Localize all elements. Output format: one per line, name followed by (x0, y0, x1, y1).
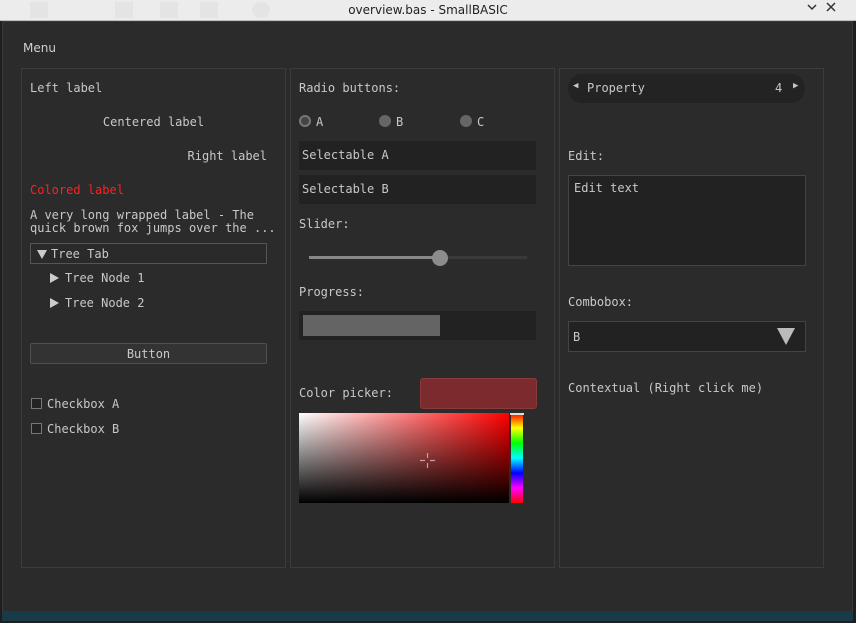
selectable-b[interactable]: Selectable B (299, 175, 536, 204)
left-panel: Left label Centered label Right label Co… (21, 68, 286, 568)
checkbox-label: Checkbox A (47, 397, 120, 411)
centered-label: Centered label (102, 115, 205, 129)
checkbox-b[interactable]: Checkbox B (30, 421, 150, 437)
tree-tab-label: Tree Tab (51, 247, 109, 261)
selectable-label: Selectable A (302, 148, 389, 162)
right-label: Right label (187, 149, 267, 163)
edit-textarea[interactable]: Edit text (568, 175, 806, 266)
radio-label: C (477, 115, 485, 129)
close-icon (826, 2, 836, 12)
selectable-a[interactable]: Selectable A (299, 141, 536, 170)
colored-label: Colored label (30, 183, 124, 197)
radio-c[interactable]: C (460, 114, 500, 130)
value-gradient (299, 413, 509, 503)
combobox-label: Combobox: (568, 295, 634, 309)
menu-button[interactable]: Menu (23, 41, 56, 55)
edit-label: Edit: (568, 149, 605, 163)
crosshair-icon (420, 453, 435, 468)
title-bar: overview.bas - SmallBASIC (0, 0, 856, 21)
property-value: 4 (775, 81, 783, 95)
radio-selected-icon (299, 115, 311, 127)
triangle-right-icon (50, 298, 59, 308)
edit-text: Edit text (574, 181, 640, 195)
checkbox-a[interactable]: Checkbox A (30, 396, 150, 412)
color-saturation-square[interactable] (299, 413, 509, 503)
hue-bar[interactable] (510, 413, 524, 503)
checkbox-label: Checkbox B (47, 422, 120, 436)
selectable-label: Selectable B (302, 182, 389, 196)
progress-bar (299, 311, 536, 340)
progress-label: Progress: (299, 285, 365, 299)
hue-marker (510, 413, 524, 415)
radio-icon (460, 115, 472, 127)
button-label: Button (126, 347, 171, 361)
close-button[interactable] (825, 1, 837, 16)
property-label: Property (587, 81, 645, 95)
window-title: overview.bas - SmallBASIC (348, 3, 508, 17)
color-picker-label: Color picker: (299, 386, 393, 400)
tree-node[interactable]: Tree Node 2 (48, 294, 248, 312)
slider-knob[interactable] (431, 250, 448, 266)
dropdown-arrow-icon[interactable] (777, 328, 795, 345)
contextual-label[interactable]: Contextual (Right click me) (568, 381, 763, 395)
chevron-down-icon (807, 4, 817, 11)
combobox-value: B (573, 330, 581, 344)
right-panel: ◀ Property 4 ▶ Edit: Edit text Combobox:… (559, 68, 824, 568)
property-increment-button[interactable]: ▶ (793, 81, 798, 91)
middle-panel: Radio buttons: A B C Selectable A Select… (290, 68, 555, 568)
progress-fill (303, 315, 441, 336)
radio-heading: Radio buttons: (299, 81, 401, 95)
radio-label: A (316, 115, 324, 129)
property-stepper[interactable]: ◀ Property 4 ▶ (568, 74, 805, 103)
color-swatch[interactable] (420, 378, 537, 409)
button[interactable]: Button (30, 343, 267, 364)
radio-icon (379, 115, 391, 127)
tree-node-label: Tree Node 2 (65, 296, 145, 310)
triangle-down-icon (37, 250, 47, 259)
slider[interactable] (309, 249, 527, 266)
wrapped-label-line-2: quick brown fox jumps over the ... (30, 221, 276, 235)
combobox[interactable]: B (568, 321, 806, 352)
tree-node[interactable]: Tree Node 1 (48, 269, 248, 287)
radio-a[interactable]: A (299, 114, 339, 130)
property-decrement-button[interactable]: ◀ (573, 81, 578, 91)
slider-label: Slider: (299, 217, 350, 231)
tree-node-label: Tree Node 1 (65, 271, 145, 285)
radio-b[interactable]: B (379, 114, 419, 130)
radio-label: B (396, 115, 404, 129)
left-label: Left label (30, 81, 103, 95)
tree-tab-header[interactable]: Tree Tab (30, 243, 267, 264)
checkbox-icon (31, 398, 42, 409)
triangle-right-icon (50, 273, 59, 283)
checkbox-icon (31, 423, 42, 434)
slider-fill (309, 256, 440, 259)
minimize-button[interactable] (806, 1, 818, 16)
status-strip (2, 611, 853, 621)
